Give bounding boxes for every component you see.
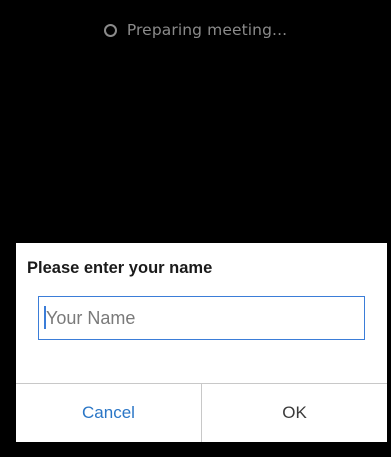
cancel-button[interactable]: Cancel [16,384,202,442]
dialog-title: Please enter your name [27,259,213,277]
name-input[interactable] [38,296,365,340]
status-row: Preparing meeting... [0,18,391,42]
spinner-icon [103,23,117,37]
dialog-button-row: Cancel OK [16,383,387,442]
status-text: Preparing meeting... [126,21,288,39]
meeting-screen: Preparing meeting... Please enter your n… [0,0,391,457]
text-caret [44,306,46,329]
name-dialog: Please enter your name Cancel OK [16,243,387,442]
ok-button[interactable]: OK [202,384,387,442]
